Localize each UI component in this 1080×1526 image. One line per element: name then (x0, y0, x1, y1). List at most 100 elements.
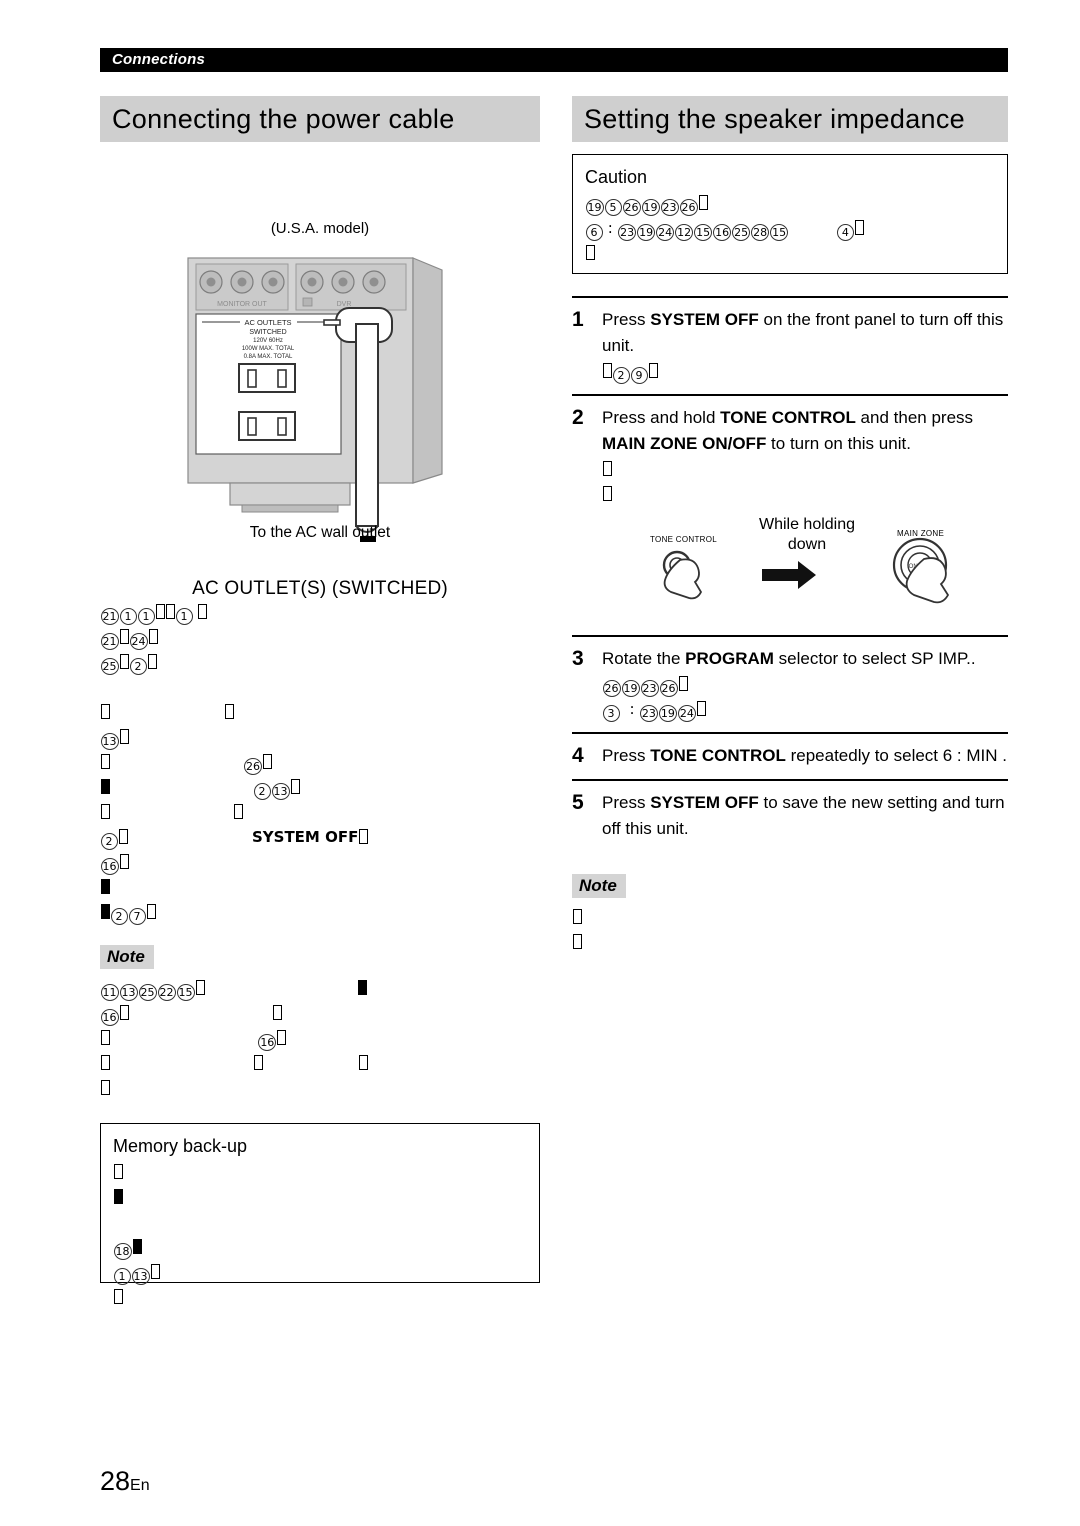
circled-number-glyph: 13 (119, 984, 138, 1001)
step-instruction-text: Press and hold TONE CONTROL and then pre… (602, 408, 974, 453)
missing-glyph-box (155, 604, 165, 619)
step-number: 4 (572, 744, 584, 767)
missing-glyph-box (358, 1055, 368, 1070)
figure-model-label: (U.S.A. model) (270, 220, 370, 237)
missing-glyph-box (290, 779, 300, 794)
svg-text:100W MAX. TOTAL: 100W MAX. TOTAL (242, 346, 295, 352)
circled-number-glyph: 25 (100, 658, 119, 675)
circled-number-glyph: 26 (602, 680, 621, 697)
circled-number-glyph: 19 (621, 680, 640, 697)
glyph-line: 2 13 (100, 775, 540, 800)
circled-number-glyph: 24 (129, 633, 148, 650)
step-item: 4 Press TONE CONTROL repeatedly to select… (572, 732, 1008, 779)
glyph-line (100, 675, 540, 700)
circled-number-glyph: 5 (604, 199, 622, 216)
glyph-line: 2 SYSTEM OFF (100, 825, 540, 850)
circled-number-glyph: 19 (658, 705, 677, 722)
glyph-line (585, 241, 995, 266)
steps-list: 1 Press SYSTEM OFF on the front panel to … (572, 296, 1008, 852)
circled-number-glyph: 13 (271, 783, 290, 800)
missing-glyph-box (100, 1055, 110, 1070)
step-item: 1 Press SYSTEM OFF on the front panel to … (572, 296, 1008, 394)
missing-glyph-box (118, 829, 128, 844)
missing-glyph-box (119, 654, 129, 669)
glyph-line: 16 (100, 1026, 540, 1051)
circled-number-glyph: 22 (157, 984, 176, 1001)
glyph-line: 1 13 (113, 1260, 527, 1285)
glyph-line (100, 1076, 540, 1101)
step-body: Press and hold TONE CONTROL and then pre… (602, 405, 1008, 625)
control-keyword: SYSTEM OFF (650, 310, 759, 329)
step-number: 2 (572, 406, 584, 429)
missing-glyph-box (148, 629, 158, 644)
note-label-left: Note (100, 945, 154, 969)
missing-glyph-box (113, 1189, 123, 1204)
glyph-line: 27 (100, 900, 540, 925)
glyph-line: 29 (602, 359, 1008, 384)
missing-glyph-box (195, 980, 205, 995)
glyph-line (602, 457, 1008, 482)
glyph-line (100, 700, 540, 725)
circled-number-glyph: 2 (100, 833, 118, 850)
missing-glyph-box (572, 934, 582, 949)
missing-glyph-box (854, 220, 864, 235)
svg-text:SWITCHED: SWITCHED (249, 329, 286, 336)
step-body: Press SYSTEM OFF on the front panel to t… (602, 307, 1008, 384)
circled-number-glyph: 1 (113, 1268, 131, 1285)
glyph-line (100, 800, 540, 825)
missing-glyph-box (146, 904, 156, 919)
circled-number-glyph: 1 (175, 608, 193, 625)
missing-glyph-box (100, 754, 110, 769)
step-number: 1 (572, 308, 584, 331)
circled-number-glyph: 12 (675, 224, 694, 241)
power-cable-figure: (U.S.A. model) MONITOR OUT DVR AC OUTLET… (100, 142, 540, 572)
page-number: 28 (100, 1466, 131, 1496)
circled-number-glyph: 16 (100, 1009, 119, 1026)
left-column: Connecting the power cable (U.S.A. model… (100, 96, 540, 1304)
glyph-line (113, 1210, 527, 1235)
circled-number-glyph: 7 (128, 908, 146, 925)
circled-number-glyph: 16 (100, 858, 119, 875)
missing-glyph-box (572, 909, 582, 924)
step-instruction-text: Press TONE CONTROL repeatedly to select … (602, 746, 1007, 765)
section-title-power-cable: Connecting the power cable (100, 96, 540, 142)
missing-glyph-box (358, 829, 368, 844)
circled-number-glyph: 24 (656, 224, 675, 241)
circled-number-glyph: 23 (660, 199, 679, 216)
circled-number-glyph: 26 (659, 680, 678, 697)
step-body: Rotate the PROGRAM selector to select SP… (602, 646, 1008, 722)
step-item: 3 Rotate the PROGRAM selector to select S… (572, 635, 1008, 732)
missing-glyph-box (100, 1080, 110, 1095)
control-keyword: TONE CONTROL (720, 408, 856, 427)
circled-number-glyph: 3 (602, 705, 620, 722)
circled-number-glyph: 15 (176, 984, 195, 1001)
circled-number-glyph: 16 (258, 1034, 277, 1051)
glyph-line: 16 (100, 850, 540, 875)
step-instruction-text: Press SYSTEM OFF to save the new setting… (602, 793, 1005, 838)
step-instruction-text: Press SYSTEM OFF on the front panel to t… (602, 310, 1004, 355)
missing-glyph-box (100, 879, 110, 894)
control-keyword: SYSTEM OFF (650, 793, 759, 812)
glyph-line: 13 (100, 725, 540, 750)
circled-number-glyph: 2 (129, 658, 147, 675)
receiver-rear-panel-illustration: MONITOR OUT DVR AC OUTLETS SWITCHED 120V… (187, 257, 443, 542)
missing-glyph-box (147, 654, 157, 669)
circled-number-glyph: 13 (131, 1268, 150, 1285)
glyph-line (602, 482, 1008, 507)
control-keyword: SYSTEM OFF (251, 828, 359, 846)
missing-glyph-box (585, 245, 595, 260)
circled-number-glyph: 21 (100, 608, 119, 625)
figure-arrow-caption: To the AC wall outlet (249, 524, 391, 541)
circled-number-glyph: 1 (137, 608, 155, 625)
missing-glyph-box (119, 854, 129, 869)
svg-text:120V 60Hz: 120V 60Hz (253, 338, 283, 344)
step-number: 3 (572, 647, 584, 670)
glyph-line (100, 875, 540, 900)
circled-number-glyph: 21 (100, 633, 119, 650)
missing-glyph-box (150, 1264, 160, 1279)
glyph-line (113, 1285, 527, 1310)
step-body: Press TONE CONTROL repeatedly to select … (602, 743, 1008, 769)
missing-glyph-box (698, 195, 708, 210)
svg-text:DVR: DVR (337, 301, 352, 308)
circled-number-glyph: 11 (100, 984, 119, 1001)
